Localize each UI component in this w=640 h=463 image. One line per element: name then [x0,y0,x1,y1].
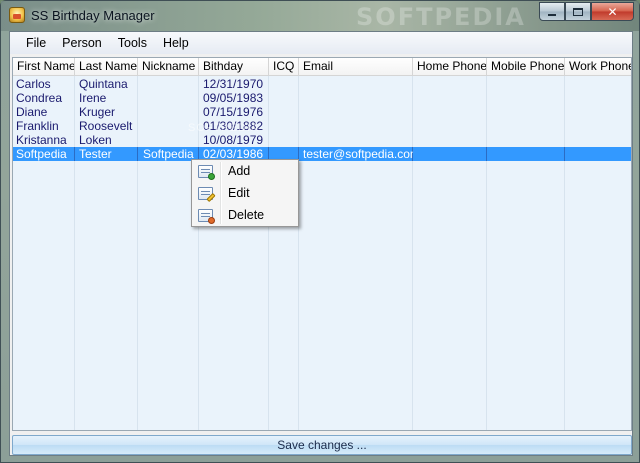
maximize-icon [573,7,583,16]
column-header-nickname[interactable]: Nickname [138,58,199,76]
cell-email [299,91,411,105]
context-menu-edit-label: Edit [228,186,250,200]
cell-last-name: Loken [79,133,112,147]
cell-last-name: Quintana [79,77,128,91]
column-divider [74,147,75,161]
delete-badge-icon [208,217,215,224]
cell-first-name: Softpedia [16,147,67,161]
column-header-mobile-phone[interactable]: Mobile Phone [487,58,565,76]
table-row[interactable]: Condrea Irene 09/05/1983 [13,91,631,105]
column-header-email[interactable]: Email [299,58,413,76]
menu-person[interactable]: Person [54,32,110,54]
column-header-work-phone[interactable]: Work Phone [565,58,631,76]
column-header-icq[interactable]: ICQ [269,58,299,76]
context-menu-add-label: Add [228,164,251,178]
menu-bar: File Person Tools Help [10,32,632,54]
cell-email [299,119,411,133]
app-cake-icon[interactable] [9,7,25,23]
delete-contact-icon [198,209,215,224]
table-row[interactable]: Diane Kruger 07/15/1976 [13,105,631,119]
add-badge-icon [208,173,215,180]
column-header-last-name[interactable]: Last Name [75,58,138,76]
titlebar-background-text: SOFTPEDIA [356,3,526,31]
column-divider [564,147,565,161]
softpedia-watermark: SOFTPEDIA [188,122,260,134]
cell-last-name: Irene [79,91,107,105]
title-bar[interactable]: SOFTPEDIA SS Birthday Manager ✕ [1,1,639,31]
cell-nickname [139,133,197,147]
column-header-home-phone[interactable]: Home Phone [413,58,487,76]
minimize-icon [548,13,556,16]
context-menu-delete[interactable]: Delete [194,205,296,227]
row-context-menu: Add Edit Delete [191,159,299,227]
menu-file[interactable]: File [18,32,54,54]
cell-last-name: Tester [79,147,112,161]
window-title: SS Birthday Manager [31,8,155,23]
table-row[interactable]: Kristanna Loken 10/08/1979 [13,133,631,147]
caption-buttons: ✕ [539,2,634,21]
close-button[interactable]: ✕ [591,2,634,21]
app-window: SOFTPEDIA SS Birthday Manager ✕ File Per… [0,0,640,463]
pencil-badge-icon [206,192,216,203]
table-row[interactable]: Carlos Quintana 12/31/1970 [13,77,631,91]
minimize-button[interactable] [539,2,565,21]
cell-last-name: Kruger [79,105,116,119]
edit-contact-icon [198,187,216,203]
add-contact-icon [198,165,215,180]
context-menu-edit[interactable]: Edit [194,183,296,205]
menu-tools[interactable]: Tools [110,32,155,54]
cell-nickname [139,91,197,105]
cell-birthday: 10/08/1979 [203,133,264,147]
context-menu-add[interactable]: Add [194,161,296,183]
cell-email [299,77,411,91]
column-divider [486,147,487,161]
cell-email [299,133,411,147]
contacts-grid[interactable]: First Name Last Name Nickname Bithday IC… [12,57,632,431]
context-menu-delete-label: Delete [228,208,265,222]
cell-first-name: Condrea [16,91,63,105]
column-header-birthday[interactable]: Bithday [199,58,269,76]
client-area: File Person Tools Help First Name Last N… [9,31,633,456]
cell-first-name: Diane [16,105,48,119]
cell-nickname: Softpedia [143,147,194,161]
column-header-first-name[interactable]: First Name [13,58,75,76]
cell-birthday: 07/15/1976 [203,105,264,119]
grid-header: First Name Last Name Nickname Bithday IC… [13,58,631,76]
save-changes-button[interactable]: Save changes ... [12,435,632,455]
maximize-button[interactable] [565,2,591,21]
cell-nickname [139,105,197,119]
cell-birthday: 12/31/1970 [203,77,264,91]
cell-last-name: Roosevelt [79,119,133,133]
column-divider [137,147,138,161]
table-row-selected[interactable]: Softpedia Tester Softpedia 02/03/1986 te… [13,147,631,161]
cell-birthday: 09/05/1983 [203,91,264,105]
cell-first-name: Franklin [16,119,59,133]
cell-nickname [139,77,197,91]
cell-email: tester@softpedia.com [303,147,413,161]
table-row[interactable]: Franklin Roosevelt 01/30/1882 [13,119,631,133]
menu-help[interactable]: Help [155,32,197,54]
cell-first-name: Carlos [16,77,51,91]
cell-email [299,105,411,119]
cell-first-name: Kristanna [16,133,67,147]
close-icon: ✕ [607,4,618,19]
